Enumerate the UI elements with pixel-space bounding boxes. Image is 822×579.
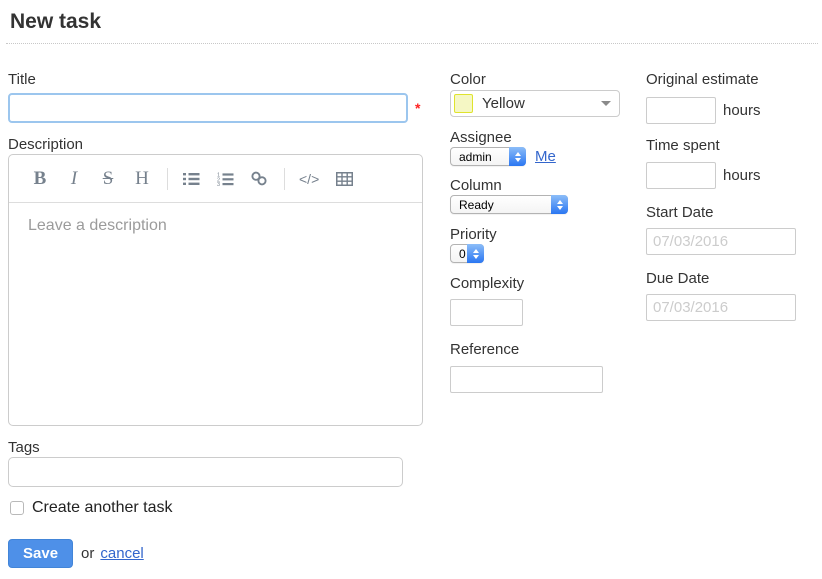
page-title: New task [6, 10, 818, 44]
due-date-input[interactable] [646, 294, 796, 321]
italic-icon: I [71, 168, 77, 190]
or-text: or [81, 545, 94, 562]
title-label: Title [8, 70, 425, 89]
unordered-list-icon [183, 172, 200, 186]
yellow-swatch [454, 94, 473, 113]
editor-toolbar: B I S H [9, 155, 422, 203]
assignee-label: Assignee [450, 128, 646, 147]
code-icon: </> [299, 171, 319, 187]
start-date-label: Start Date [646, 203, 822, 222]
description-label: Description [8, 135, 425, 154]
assign-to-me-link[interactable]: Me [535, 148, 556, 165]
select-stepper-icon [467, 244, 484, 263]
original-estimate-unit: hours [723, 102, 761, 119]
assignee-row: admin Me [450, 147, 646, 166]
bold-icon: B [34, 168, 47, 190]
toolbar-separator [284, 168, 285, 190]
required-asterisk: * [415, 100, 420, 116]
middle-column: Color Yellow Assignee admin Me Column Re… [450, 70, 646, 393]
title-input[interactable] [8, 93, 408, 123]
cancel-link[interactable]: cancel [100, 545, 143, 562]
code-button[interactable]: </> [299, 167, 319, 191]
create-another-row: Create another task [8, 499, 425, 517]
start-date-input[interactable] [646, 228, 796, 255]
toolbar-separator [167, 168, 168, 190]
description-textarea[interactable] [9, 203, 422, 425]
heading-icon: H [135, 168, 149, 190]
strikethrough-icon: S [103, 168, 114, 190]
original-estimate-row: hours [646, 97, 822, 124]
save-button[interactable]: Save [8, 539, 73, 568]
original-estimate-input[interactable] [646, 97, 716, 124]
create-another-label[interactable]: Create another task [32, 499, 173, 517]
column-select[interactable]: Ready [450, 195, 568, 214]
ordered-list-button[interactable]: 1 2 3 [216, 167, 234, 191]
link-icon [250, 171, 268, 186]
time-spent-unit: hours [723, 167, 761, 184]
svg-text:3: 3 [217, 182, 220, 186]
bold-button[interactable]: B [31, 167, 49, 191]
priority-label: Priority [450, 225, 646, 244]
tags-input[interactable] [8, 457, 403, 487]
column-label: Column [450, 176, 646, 195]
time-spent-label: Time spent [646, 136, 822, 155]
complexity-input[interactable] [450, 299, 523, 326]
table-icon [336, 172, 353, 186]
unordered-list-button[interactable] [182, 167, 200, 191]
new-task-page: New task Title * Description B I S [0, 10, 822, 579]
link-button[interactable] [250, 167, 268, 191]
color-label: Color [450, 70, 646, 89]
column-selected-value: Ready [459, 198, 516, 212]
table-button[interactable] [335, 167, 353, 191]
create-another-checkbox[interactable] [10, 501, 24, 515]
complexity-label: Complexity [450, 274, 646, 293]
assignee-selected-value: admin [459, 150, 514, 164]
title-row: * [8, 93, 425, 123]
color-selected-value: Yellow [482, 95, 601, 112]
reference-input[interactable] [450, 366, 603, 393]
chevron-down-icon [601, 101, 611, 106]
select-stepper-icon [509, 147, 526, 166]
action-row: Save or cancel [8, 539, 425, 568]
strikethrough-button[interactable]: S [99, 167, 117, 191]
color-dropdown[interactable]: Yellow [450, 90, 620, 117]
priority-select[interactable]: 0 [450, 244, 484, 263]
ordered-list-icon: 1 2 3 [217, 172, 234, 186]
tags-label: Tags [8, 438, 425, 457]
time-spent-input[interactable] [646, 162, 716, 189]
italic-button[interactable]: I [65, 167, 83, 191]
right-column: Original estimate hours Time spent hours… [646, 70, 822, 321]
description-editor: B I S H [8, 154, 423, 426]
heading-button[interactable]: H [133, 167, 151, 191]
assignee-select[interactable]: admin [450, 147, 526, 166]
select-stepper-icon [551, 195, 568, 214]
left-column: Title * Description B I S [8, 70, 425, 568]
due-date-label: Due Date [646, 269, 822, 288]
reference-label: Reference [450, 340, 646, 359]
task-form: Title * Description B I S [0, 44, 822, 574]
original-estimate-label: Original estimate [646, 70, 822, 89]
time-spent-row: hours [646, 162, 822, 189]
